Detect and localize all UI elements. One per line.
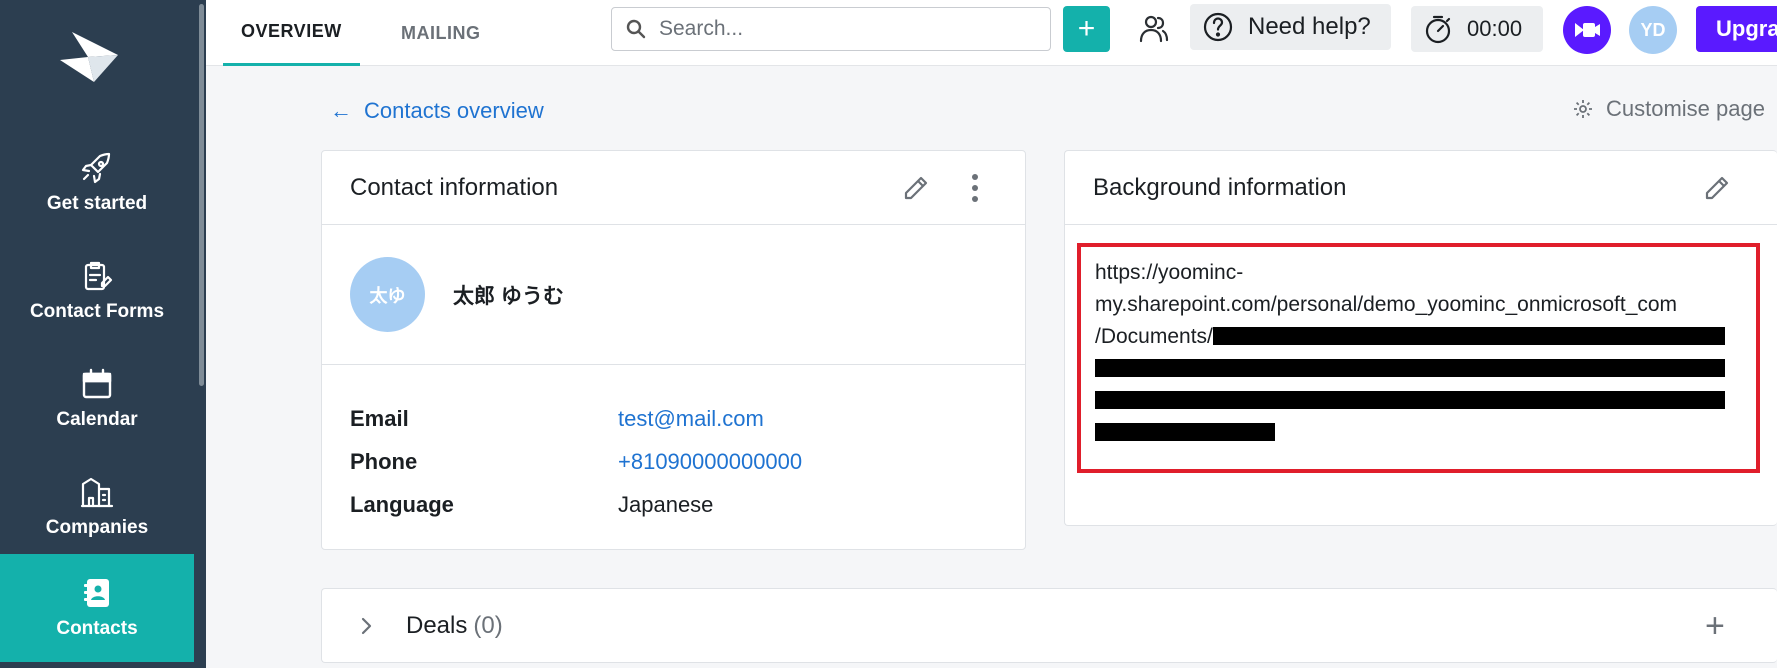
- deals-title: Deals: [406, 611, 468, 639]
- field-row-email: Email test@mail.com: [350, 397, 997, 440]
- card-title: Contact information: [350, 173, 559, 201]
- field-value: Japanese: [618, 491, 714, 517]
- deals-count: (0): [473, 611, 503, 639]
- background-url-line: my.sharepoint.com/personal/demo_yoominc_…: [1095, 293, 1678, 316]
- stopwatch-icon: [1425, 15, 1451, 44]
- tab-overview[interactable]: OVERVIEW: [223, 0, 360, 66]
- sidebar-item-companies[interactable]: Companies: [0, 453, 194, 561]
- sidebar-item-label: Contact Forms: [29, 301, 165, 322]
- sidebar-item-contacts[interactable]: Contacts: [0, 554, 194, 662]
- upgrade-label: Upgrade: [1716, 16, 1777, 41]
- background-information-card: Background information https://yoominc- …: [1064, 150, 1777, 526]
- add-button-label: +: [1077, 12, 1096, 45]
- upgrade-button[interactable]: Upgrade: [1696, 6, 1777, 52]
- calendar-icon: [82, 368, 112, 399]
- sidebar: Get started Contact Forms Calendar Compa…: [0, 0, 206, 668]
- background-url-line: https://yoominc-: [1095, 261, 1244, 284]
- search-icon: [626, 19, 646, 39]
- top-bar: OVERVIEW MAILING + Need help?: [206, 0, 1777, 66]
- sidebar-item-label: Contacts: [56, 618, 138, 639]
- rocket-icon: [81, 152, 111, 184]
- timer-button[interactable]: 00:00: [1411, 6, 1543, 52]
- sidebar-item-label: Companies: [45, 517, 149, 538]
- chevron-right-icon[interactable]: [356, 616, 376, 636]
- field-label: Language: [350, 491, 454, 517]
- background-body: https://yoominc- my.sharepoint.com/perso…: [1065, 225, 1777, 491]
- gear-icon: [1574, 100, 1592, 118]
- sidebar-item-get-started[interactable]: Get started: [0, 129, 194, 237]
- timer-value: 00:00: [1467, 16, 1523, 41]
- contact-information-card: Contact information 太ゆ 太郎 ゆうむ Email test…: [321, 150, 1026, 550]
- help-circle-icon: [1203, 12, 1233, 42]
- avatar-initials: 太ゆ: [369, 285, 406, 306]
- card-header: Background information: [1065, 151, 1777, 225]
- add-deal-button[interactable]: +: [1705, 609, 1725, 643]
- contact-avatar: 太ゆ: [350, 257, 425, 332]
- field-label: Email: [350, 405, 409, 431]
- redaction-bar: [1213, 327, 1725, 345]
- highlighted-background-text: https://yoominc- my.sharepoint.com/perso…: [1077, 243, 1760, 473]
- people-icon[interactable]: [1136, 12, 1170, 46]
- arrow-left-icon: ←: [330, 98, 352, 123]
- need-help-label: Need help?: [1248, 13, 1371, 40]
- card-header: Contact information: [322, 151, 1025, 225]
- sidebar-scrollbar[interactable]: [197, 0, 206, 668]
- email-link[interactable]: test@mail.com: [618, 406, 764, 432]
- search-box: [611, 7, 1051, 51]
- building-icon: [80, 477, 114, 508]
- user-avatar[interactable]: YD: [1629, 6, 1677, 54]
- need-help-button[interactable]: Need help?: [1190, 4, 1391, 50]
- tab-label: OVERVIEW: [241, 21, 342, 41]
- redaction-bar: [1095, 423, 1275, 441]
- back-link-label: Contacts overview: [364, 98, 544, 123]
- deals-section[interactable]: Deals (0) +: [321, 588, 1777, 663]
- add-button[interactable]: +: [1063, 6, 1110, 52]
- customise-page-button[interactable]: Customise page: [1572, 96, 1765, 122]
- video-camera-icon: [1575, 23, 1600, 37]
- phone-link[interactable]: +81090000000000: [618, 449, 802, 475]
- sidebar-item-label: Get started: [46, 193, 148, 214]
- redaction-bar: [1095, 359, 1725, 377]
- sidebar-item-calendar[interactable]: Calendar: [0, 345, 194, 453]
- pencil-icon[interactable]: [1703, 174, 1731, 202]
- field-label: Phone: [350, 448, 418, 474]
- sidebar-item-label: Calendar: [56, 409, 138, 430]
- video-call-button[interactable]: [1563, 6, 1611, 54]
- address-book-icon: [84, 579, 109, 607]
- user-initials: YD: [1640, 19, 1666, 40]
- back-to-contacts-link[interactable]: ← Contacts overview: [330, 98, 544, 124]
- sidebar-item-contact-forms[interactable]: Contact Forms: [0, 237, 194, 345]
- card-title: Background information: [1093, 173, 1347, 201]
- contact-name: 太郎 ゆうむ: [453, 284, 564, 308]
- scrollbar-thumb[interactable]: [199, 4, 204, 386]
- field-row-phone: Phone +81090000000000: [350, 440, 997, 483]
- logo-icon[interactable]: [58, 30, 122, 84]
- pencil-icon[interactable]: [902, 174, 930, 202]
- customise-label: Customise page: [1606, 96, 1765, 121]
- redaction-bar: [1095, 391, 1725, 409]
- form-icon: [84, 261, 113, 291]
- search-input[interactable]: [659, 17, 1039, 41]
- tab-mailing[interactable]: MAILING: [383, 0, 499, 66]
- tab-label: MAILING: [401, 22, 481, 43]
- contact-fields: Email test@mail.com Phone +8109000000000…: [322, 365, 1025, 526]
- contact-profile: 太ゆ 太郎 ゆうむ: [322, 225, 1025, 365]
- field-row-language: Language Japanese: [350, 483, 997, 526]
- more-vertical-icon[interactable]: [970, 172, 980, 204]
